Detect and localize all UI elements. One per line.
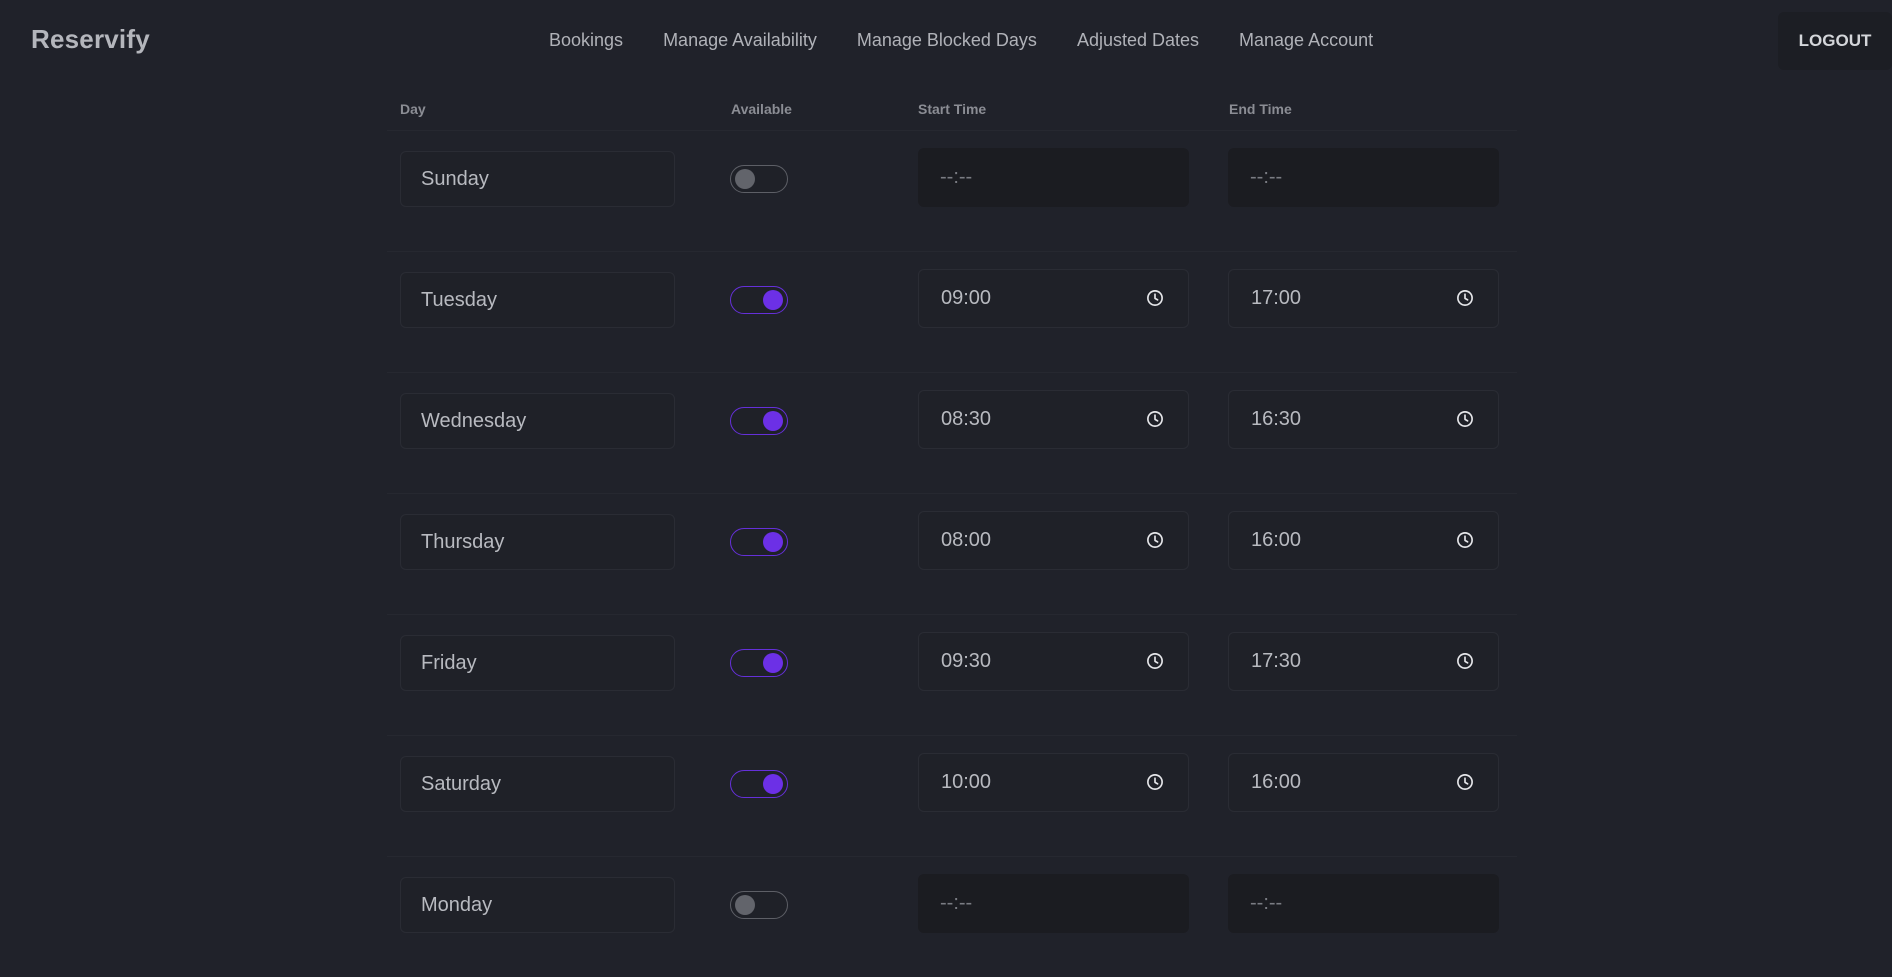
start-time-input[interactable]: --:-- <box>918 148 1189 207</box>
end-time-input[interactable]: 16:00 <box>1228 511 1499 570</box>
clock-icon[interactable] <box>1456 652 1474 670</box>
table-row: Monday --:-- --:-- <box>387 856 1517 977</box>
clock-icon[interactable] <box>1146 531 1164 549</box>
available-toggle[interactable] <box>730 407 788 435</box>
nav-manage-availability[interactable]: Manage Availability <box>663 30 817 51</box>
start-time-value: 10:00 <box>941 771 992 793</box>
toggle-knob <box>763 290 783 310</box>
start-time-value: 09:00 <box>941 287 992 309</box>
clock-icon[interactable] <box>1456 289 1474 307</box>
start-time-input[interactable]: 08:00 <box>918 511 1189 570</box>
available-toggle[interactable] <box>730 165 788 193</box>
column-header-end-time: End Time <box>1229 101 1292 117</box>
nav-manage-blocked-days[interactable]: Manage Blocked Days <box>857 30 1037 51</box>
day-field: Monday <box>400 877 675 933</box>
toggle-knob <box>735 169 755 189</box>
end-time-value: 17:30 <box>1251 650 1302 672</box>
end-time-value: 16:00 <box>1251 771 1302 793</box>
table-row: Sunday --:-- --:-- <box>387 130 1517 251</box>
end-time-input[interactable]: 16:30 <box>1228 390 1499 449</box>
start-time-value: --:-- <box>940 892 973 914</box>
clock-icon[interactable] <box>1146 410 1164 428</box>
available-toggle[interactable] <box>730 649 788 677</box>
table-row: Tuesday 09:00 17:00 <box>387 251 1517 372</box>
end-time-value: 17:00 <box>1251 287 1302 309</box>
start-time-value: 08:30 <box>941 408 992 430</box>
end-time-value: --:-- <box>1250 892 1283 914</box>
clock-icon[interactable] <box>1456 410 1474 428</box>
available-toggle[interactable] <box>730 286 788 314</box>
end-time-input[interactable]: --:-- <box>1228 874 1499 933</box>
start-time-input[interactable]: 09:00 <box>918 269 1189 328</box>
clock-icon[interactable] <box>1456 773 1474 791</box>
start-time-input[interactable]: 10:00 <box>918 753 1189 812</box>
clock-icon[interactable] <box>1456 531 1474 549</box>
day-field: Saturday <box>400 756 675 812</box>
end-time-value: 16:30 <box>1251 408 1302 430</box>
toggle-knob <box>735 895 755 915</box>
clock-icon[interactable] <box>1146 773 1164 791</box>
top-navbar: Reservify Bookings Manage Availability M… <box>0 0 1892 84</box>
day-field: Tuesday <box>400 272 675 328</box>
available-toggle[interactable] <box>730 528 788 556</box>
nav-links: Bookings Manage Availability Manage Bloc… <box>549 30 1373 51</box>
day-field: Thursday <box>400 514 675 570</box>
start-time-value: --:-- <box>940 166 973 188</box>
clock-icon[interactable] <box>1146 289 1164 307</box>
nav-bookings[interactable]: Bookings <box>549 30 623 51</box>
end-time-input[interactable]: 17:30 <box>1228 632 1499 691</box>
table-row: Thursday 08:00 16:00 <box>387 493 1517 614</box>
start-time-input[interactable]: 08:30 <box>918 390 1189 449</box>
column-header-day: Day <box>400 101 426 117</box>
nav-manage-account[interactable]: Manage Account <box>1239 30 1373 51</box>
end-time-input[interactable]: 16:00 <box>1228 753 1499 812</box>
logout-button[interactable]: LOGOUT <box>1778 12 1892 70</box>
start-time-value: 09:30 <box>941 650 992 672</box>
end-time-value: 16:00 <box>1251 529 1302 551</box>
toggle-knob <box>763 653 783 673</box>
end-time-value: --:-- <box>1250 166 1283 188</box>
table-row: Friday 09:30 17:30 <box>387 614 1517 735</box>
column-header-available: Available <box>731 101 792 117</box>
table-row: Saturday 10:00 16:00 <box>387 735 1517 856</box>
start-time-input[interactable]: --:-- <box>918 874 1189 933</box>
brand-logo[interactable]: Reservify <box>31 24 150 55</box>
start-time-value: 08:00 <box>941 529 992 551</box>
nav-adjusted-dates[interactable]: Adjusted Dates <box>1077 30 1199 51</box>
day-field: Friday <box>400 635 675 691</box>
end-time-input[interactable]: --:-- <box>1228 148 1499 207</box>
day-field: Wednesday <box>400 393 675 449</box>
table-row: Wednesday 08:30 16:30 <box>387 372 1517 493</box>
available-toggle[interactable] <box>730 770 788 798</box>
toggle-knob <box>763 774 783 794</box>
day-field: Sunday <box>400 151 675 207</box>
toggle-knob <box>763 532 783 552</box>
end-time-input[interactable]: 17:00 <box>1228 269 1499 328</box>
column-header-start-time: Start Time <box>918 101 987 117</box>
clock-icon[interactable] <box>1146 652 1164 670</box>
available-toggle[interactable] <box>730 891 788 919</box>
start-time-input[interactable]: 09:30 <box>918 632 1189 691</box>
toggle-knob <box>763 411 783 431</box>
